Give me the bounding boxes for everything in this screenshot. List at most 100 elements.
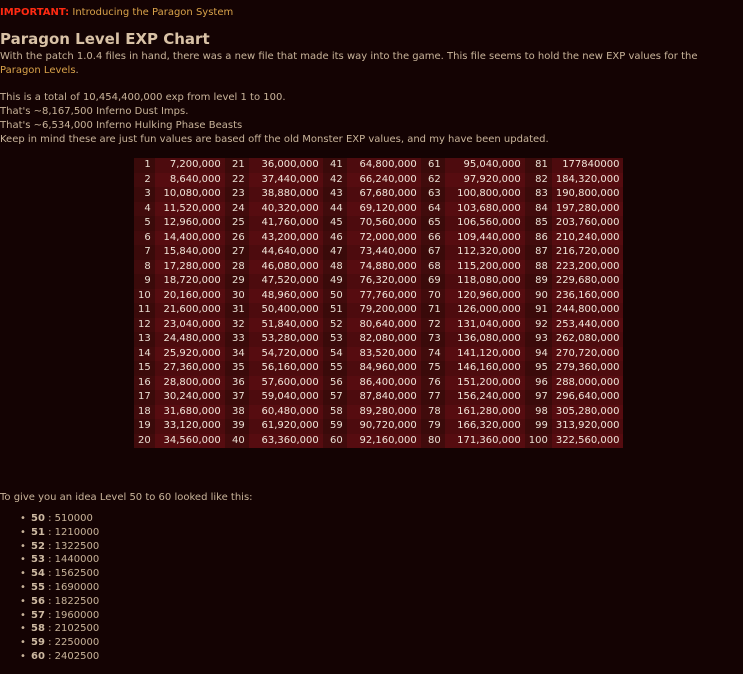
separator: :	[44, 609, 55, 621]
exp-value-cell: 236,160,000	[551, 288, 624, 303]
exp-value-cell: 279,360,000	[551, 361, 624, 376]
exp-value-cell: 210,240,000	[551, 230, 624, 245]
bullet-icon: •	[20, 581, 26, 593]
level-cell: 38	[224, 404, 249, 419]
level-cell: 17	[134, 390, 155, 405]
level-cell: 100	[524, 433, 552, 448]
level-cell: 72	[420, 317, 445, 332]
exp-value-cell: 177840000	[551, 158, 624, 173]
old-level: 52	[31, 540, 45, 552]
intro-paragraph: With the patch 1.0.4 files in hand, ther…	[0, 50, 735, 78]
exp-value-cell: 197,280,000	[551, 201, 624, 216]
table-row: 10 20,160,000 30 48,960,000 50 77,760,000 70 12…	[134, 288, 624, 303]
exp-value-cell: 69,120,000	[346, 201, 421, 216]
exp-value-cell: 100,800,000	[444, 187, 525, 202]
exp-value-cell: 77,760,000	[346, 288, 421, 303]
exp-value-cell: 95,040,000	[444, 158, 525, 173]
list-item: • 54 : 1562500	[20, 567, 99, 581]
exp-value-cell: 25,920,000	[154, 346, 225, 361]
intro-text: With the patch 1.0.4 files in hand, ther…	[0, 51, 698, 62]
bullet-icon: •	[20, 650, 26, 662]
exp-value-cell: 131,040,000	[444, 317, 525, 332]
exp-value-cell: 86,400,000	[346, 375, 421, 390]
level-cell: 64	[420, 201, 445, 216]
exp-table-body: 1 7,200,000 21 36,000,000 41 64,800,000 61 95,0…	[134, 158, 624, 448]
level-cell: 89	[524, 274, 552, 289]
exp-value-cell: 33,120,000	[154, 419, 225, 434]
old-level: 60	[31, 650, 45, 662]
level-cell: 68	[420, 259, 445, 274]
exp-value-cell: 44,640,000	[248, 245, 323, 260]
separator: :	[44, 623, 55, 635]
level-cell: 65	[420, 216, 445, 231]
level-cell: 8	[134, 259, 155, 274]
exp-value-cell: 27,360,000	[154, 361, 225, 376]
level-cell: 49	[322, 274, 347, 289]
level-cell: 16	[134, 375, 155, 390]
list-item: • 57 : 1960000	[20, 609, 99, 623]
exp-value-cell: 66,240,000	[346, 172, 421, 187]
table-row: 6 14,400,000 26 43,200,000 46 72,000,000 66 109…	[134, 230, 624, 245]
exp-value-cell: 40,320,000	[248, 201, 323, 216]
old-level: 51	[31, 526, 45, 538]
exp-value-cell: 296,640,000	[551, 390, 624, 405]
level-cell: 50	[322, 288, 347, 303]
level-cell: 73	[420, 332, 445, 347]
bullet-icon: •	[20, 540, 26, 552]
level-cell: 93	[524, 332, 552, 347]
exp-value-cell: 57,600,000	[248, 375, 323, 390]
level-cell: 78	[420, 404, 445, 419]
exp-value-cell: 305,280,000	[551, 404, 624, 419]
exp-value-cell: 21,600,000	[154, 303, 225, 318]
old-level: 54	[31, 568, 45, 580]
level-cell: 79	[420, 419, 445, 434]
level-cell: 4	[134, 201, 155, 216]
exp-value-cell: 229,680,000	[551, 274, 624, 289]
level-cell: 76	[420, 375, 445, 390]
exp-value-cell: 53,280,000	[248, 332, 323, 347]
paragon-system-link[interactable]: Introducing the Paragon System	[72, 7, 233, 18]
exp-value-cell: 313,920,000	[551, 419, 624, 434]
separator: :	[44, 637, 55, 649]
exp-value-cell: 141,120,000	[444, 346, 525, 361]
level-cell: 71	[420, 303, 445, 318]
exp-value-cell: 61,920,000	[248, 419, 323, 434]
level-cell: 91	[524, 303, 552, 318]
exp-value-cell: 322,560,000	[551, 433, 624, 448]
old-level: 57	[31, 609, 45, 621]
exp-value-cell: 74,880,000	[346, 259, 421, 274]
list-item: • 50 : 510000	[20, 512, 99, 526]
level-cell: 7	[134, 245, 155, 260]
exp-value-cell: 92,160,000	[346, 433, 421, 448]
bullet-icon: •	[20, 554, 26, 566]
old-exp-value: 1960000	[54, 609, 100, 621]
exp-value-cell: 262,080,000	[551, 332, 624, 347]
exp-value-cell: 46,080,000	[248, 259, 323, 274]
exp-value-cell: 103,680,000	[444, 201, 525, 216]
level-cell: 51	[322, 303, 347, 318]
exp-value-cell: 82,080,000	[346, 332, 421, 347]
list-item: • 60 : 2402500	[20, 650, 99, 664]
level-cell: 15	[134, 361, 155, 376]
old-exp-value: 2250000	[54, 637, 100, 649]
exp-value-cell: 156,240,000	[444, 390, 525, 405]
level-cell: 9	[134, 274, 155, 289]
separator: :	[44, 554, 55, 566]
old-exp-value: 1822500	[54, 595, 100, 607]
exp-value-cell: 24,480,000	[154, 332, 225, 347]
table-row: 16 28,800,000 36 57,600,000 56 86,400,000 76 15…	[134, 375, 624, 390]
list-item: • 51 : 1210000	[20, 526, 99, 540]
list-item: • 53 : 1440000	[20, 553, 99, 567]
exp-value-cell: 190,800,000	[551, 187, 624, 202]
old-exp-value: 510000	[54, 513, 93, 524]
level-cell: 27	[224, 245, 249, 260]
intro-end: .	[75, 65, 79, 76]
level-cell: 23	[224, 187, 249, 202]
bullet-icon: •	[20, 595, 26, 607]
old-level: 56	[31, 595, 45, 607]
level-cell: 36	[224, 375, 249, 390]
exp-value-cell: 47,520,000	[248, 274, 323, 289]
level-cell: 22	[224, 172, 249, 187]
paragon-levels-link[interactable]: Paragon Levels	[0, 65, 76, 76]
level-cell: 66	[420, 230, 445, 245]
